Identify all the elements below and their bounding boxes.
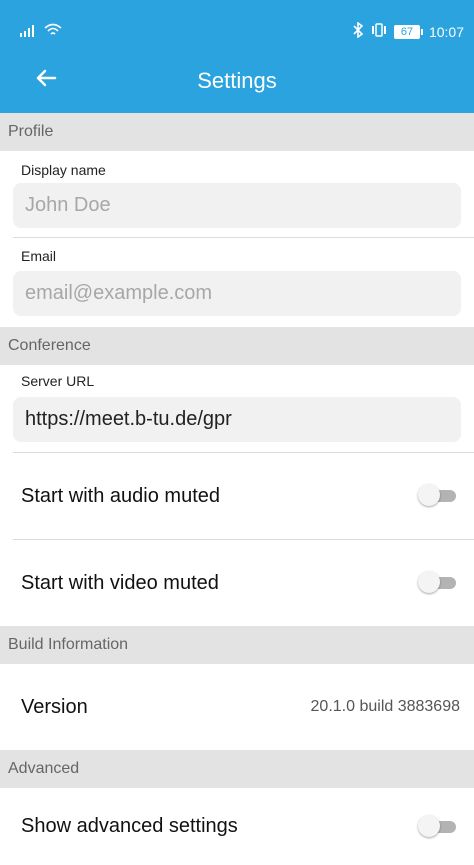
show-advanced-toggle[interactable] (416, 814, 460, 837)
audio-muted-toggle[interactable] (416, 484, 460, 506)
server-url-input[interactable] (13, 397, 461, 442)
section-header-profile: Profile (0, 113, 474, 151)
section-header-advanced: Advanced (0, 750, 474, 788)
app-bar: Settings (0, 48, 474, 113)
status-right: 67 10:07 (352, 21, 464, 41)
page-title: Settings (197, 68, 277, 93)
version-value: 20.1.0 build 3883698 (310, 698, 460, 715)
display-name-label: Display name (21, 162, 106, 178)
toggle-thumb (418, 484, 440, 506)
audio-muted-row[interactable]: Start with audio muted (0, 453, 474, 539)
battery-icon: 67 (393, 24, 423, 39)
toggle-thumb (418, 571, 440, 593)
vibrate-icon (370, 22, 388, 41)
show-advanced-row[interactable]: Show advanced settings (0, 788, 474, 865)
version-row: Version 20.1.0 build 3883698 (0, 664, 474, 750)
section-header-conference: Conference (0, 327, 474, 365)
status-bar: 67 10:07 (0, 0, 474, 48)
bluetooth-icon (352, 21, 364, 41)
signal-icon (20, 24, 38, 42)
clock: 10:07 (428, 23, 464, 40)
server-url-label: Server URL (21, 373, 95, 389)
version-label: Version (21, 695, 88, 718)
divider (13, 237, 474, 238)
show-advanced-label: Show advanced settings (21, 815, 238, 837)
battery-level: 67 (393, 24, 420, 39)
email-input[interactable] (13, 271, 461, 316)
status-left (20, 23, 62, 42)
video-muted-toggle[interactable] (416, 571, 460, 593)
display-name-input[interactable] (13, 183, 461, 228)
video-muted-row[interactable]: Start with video muted (0, 540, 474, 626)
wifi-icon (44, 23, 62, 42)
email-label: Email (21, 248, 57, 264)
section-header-build: Build Information (0, 626, 474, 664)
video-muted-label: Start with video muted (21, 571, 219, 594)
toggle-thumb (418, 814, 440, 837)
audio-muted-label: Start with audio muted (21, 484, 220, 507)
